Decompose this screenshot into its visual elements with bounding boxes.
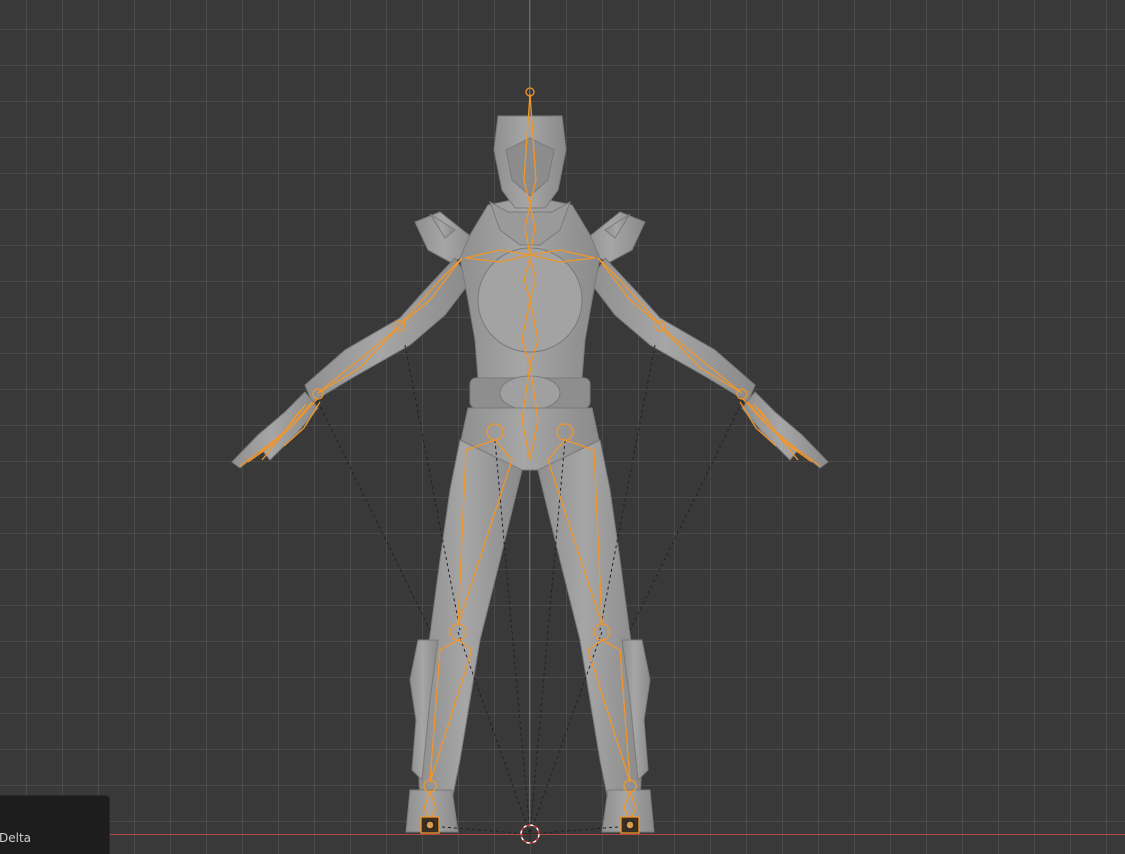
left-hand — [231, 391, 319, 469]
3d-cursor-icon[interactable] — [520, 824, 540, 844]
right-hand — [741, 391, 829, 469]
belt-buckle — [499, 375, 561, 411]
last-operation-label[interactable]: Delta — [0, 831, 31, 845]
character-mesh[interactable] — [231, 115, 829, 833]
right-foot-ik-control[interactable] — [620, 816, 640, 834]
left-forearm-bone — [317, 325, 401, 394]
right-forearm-bone — [659, 325, 743, 394]
left-foot-ik-control[interactable] — [420, 816, 440, 834]
3d-viewport[interactable]: Delta — [0, 0, 1125, 854]
adjust-last-operation-panel[interactable]: Delta — [0, 795, 110, 854]
viewport-scene[interactable] — [0, 0, 1125, 854]
